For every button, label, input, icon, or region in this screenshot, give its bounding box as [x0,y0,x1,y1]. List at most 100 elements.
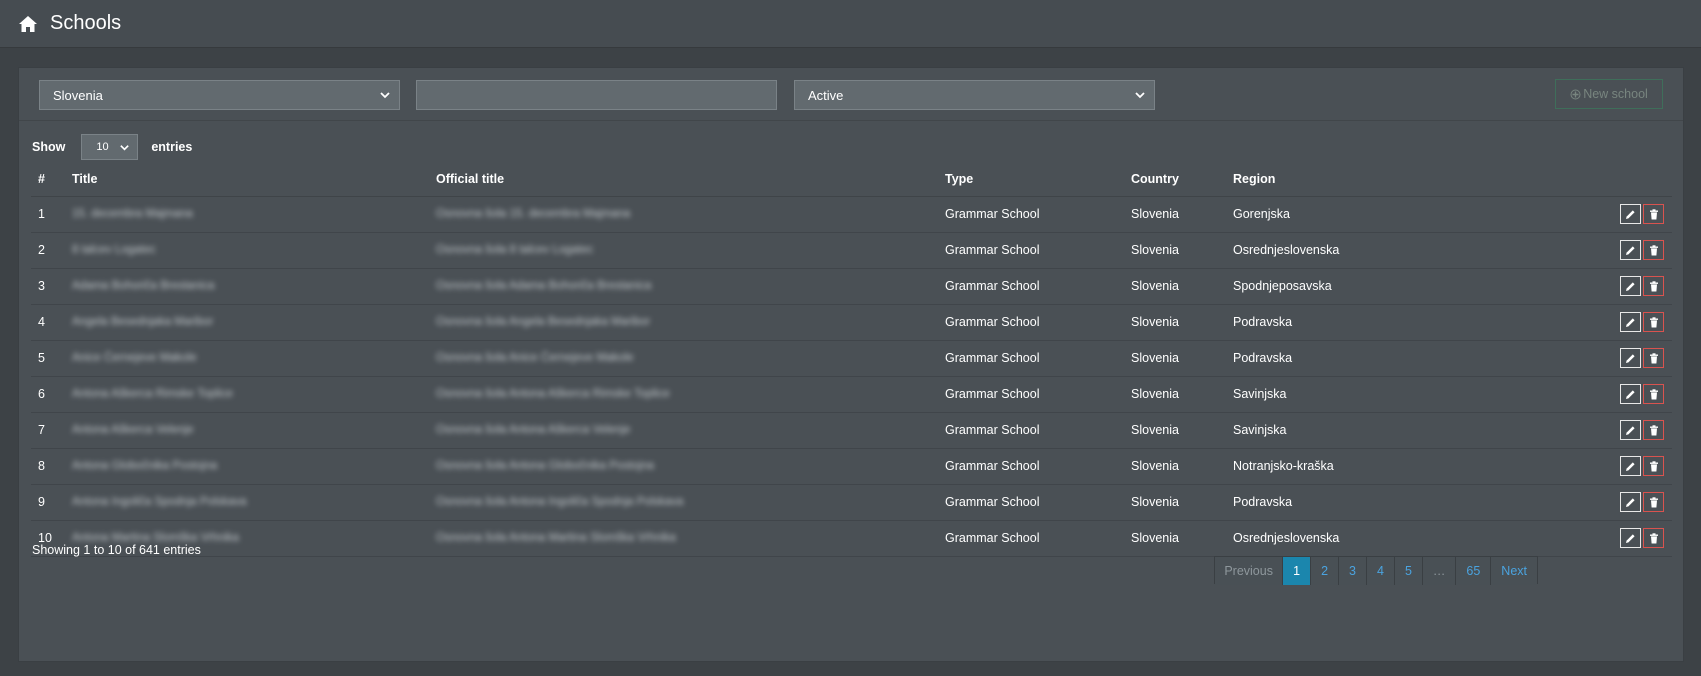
row-official-title: Osnovna šola Adama Bohoriča Brestanica [429,268,938,305]
delete-button[interactable] [1643,528,1664,548]
pagination-next[interactable]: Next [1491,557,1537,585]
delete-button[interactable] [1643,276,1664,296]
edit-button[interactable] [1620,204,1641,224]
trash-icon [1649,352,1658,363]
pencil-icon [1626,281,1635,291]
status-select[interactable]: Active [794,80,1155,110]
row-type: Grammar School [938,340,1124,377]
column-header-number[interactable]: # [31,162,65,197]
pencil-icon [1626,245,1635,255]
row-type: Grammar School [938,268,1124,305]
pagination-page[interactable]: 4 [1366,557,1395,585]
edit-button[interactable] [1620,240,1641,260]
chevron-down-icon [1135,92,1145,99]
country-select[interactable]: Slovenia [39,80,400,110]
row-country: Slovenia [1124,268,1226,305]
pencil-icon [1626,533,1635,543]
row-region: Spodnjeposavska [1226,268,1476,305]
delete-button[interactable] [1643,456,1664,476]
page-header: Schools [0,0,1701,48]
new-school-label: New school [1583,87,1648,101]
pencil-icon [1626,389,1635,399]
row-type: Grammar School [938,412,1124,449]
edit-button[interactable] [1620,456,1641,476]
row-type: Grammar School [938,448,1124,485]
column-header-official-title[interactable]: Official title [429,162,938,197]
page-title: Schools [50,12,122,34]
page-length-control: Show 10 entries [32,134,192,160]
row-region: Savinjska [1226,376,1476,413]
row-country: Slovenia [1124,232,1226,269]
delete-button[interactable] [1643,384,1664,404]
edit-button[interactable] [1620,312,1641,332]
row-country: Slovenia [1124,304,1226,341]
delete-button[interactable] [1643,492,1664,512]
pagination-page[interactable]: 65 [1456,557,1492,585]
trash-icon [1649,460,1658,471]
delete-button[interactable] [1643,348,1664,368]
row-type: Grammar School [938,232,1124,269]
row-official-title: Osnovna šola 15. decembra Majmana [429,196,938,233]
trash-icon [1649,424,1658,435]
pencil-icon [1626,461,1635,471]
row-type: Grammar School [938,304,1124,341]
edit-button[interactable] [1620,348,1641,368]
row-number: 2 [31,232,65,269]
chevron-down-icon [380,92,390,99]
search-input[interactable] [416,80,777,110]
delete-button[interactable] [1643,204,1664,224]
delete-button[interactable] [1643,240,1664,260]
table-row: 3 Adama Bohoriča Brestanica Osnovna šola A… [31,268,1672,305]
chevron-down-icon [120,145,130,151]
table-info: Showing 1 to 10 of 641 entries [32,543,201,557]
new-school-button[interactable]: New school [1555,79,1663,109]
row-title: 8 talcev Logatec [65,232,429,269]
edit-button[interactable] [1620,276,1641,296]
row-type: Grammar School [938,484,1124,521]
row-title: Antona Aškerca Velenje [65,412,429,449]
edit-button[interactable] [1620,384,1641,404]
home-icon[interactable] [18,15,38,33]
row-region: Osrednjeslovenska [1226,232,1476,269]
column-header-country[interactable]: Country [1124,162,1226,197]
delete-button[interactable] [1643,420,1664,440]
row-official-title: Osnovna šola Antona Ingoliča Spodnja Pol… [429,484,938,521]
pagination-previous[interactable]: Previous [1215,557,1284,585]
column-header-type[interactable]: Type [938,162,1124,197]
row-title: Antona Ingoliča Spodnja Polskava [65,484,429,521]
schools-panel: Slovenia Active New school Show 10 entri… [18,67,1684,662]
page-length-select[interactable]: 10 [81,134,139,160]
row-region: Podravska [1226,340,1476,377]
table-row: 10 Antona Martina Slomška Vrhnika Osnovna … [31,520,1672,557]
row-title: Antona Globočnika Postojna [65,448,429,485]
row-number: 9 [31,484,65,521]
pagination-page[interactable]: 5 [1394,557,1423,585]
plus-icon [1570,89,1581,99]
pagination-page[interactable]: 1 [1283,557,1312,585]
table-row: 9 Antona Ingoliča Spodnja Polskava Osnovna… [31,484,1672,521]
delete-button[interactable] [1643,312,1664,332]
row-region: Osrednjeslovenska [1226,520,1476,557]
edit-button[interactable] [1620,492,1641,512]
row-region: Podravska [1226,304,1476,341]
trash-icon [1649,532,1658,543]
row-actions [1476,376,1672,413]
row-title: Antona Aškerca Rimske Toplice [65,376,429,413]
trash-icon [1649,316,1658,327]
row-official-title: Osnovna šola 8 talcev Logatec [429,232,938,269]
row-region: Notranjsko-kraška [1226,448,1476,485]
column-header-region[interactable]: Region [1226,162,1476,197]
table-row: 6 Antona Aškerca Rimske Toplice Osnovna šo… [31,376,1672,413]
row-country: Slovenia [1124,376,1226,413]
row-title: Adama Bohoriča Brestanica [65,268,429,305]
pagination: Previous 1 2 3 4 5… 65 Next [1214,556,1538,585]
row-actions [1476,520,1672,557]
row-title: Angela Besednjaka Maribor [65,304,429,341]
pencil-icon [1626,317,1635,327]
edit-button[interactable] [1620,420,1641,440]
column-header-title[interactable]: Title [65,162,429,197]
pagination-page[interactable]: 3 [1339,557,1367,585]
pagination-page[interactable]: 2 [1311,557,1340,585]
edit-button[interactable] [1620,528,1641,548]
status-select-value: Active [808,87,844,103]
